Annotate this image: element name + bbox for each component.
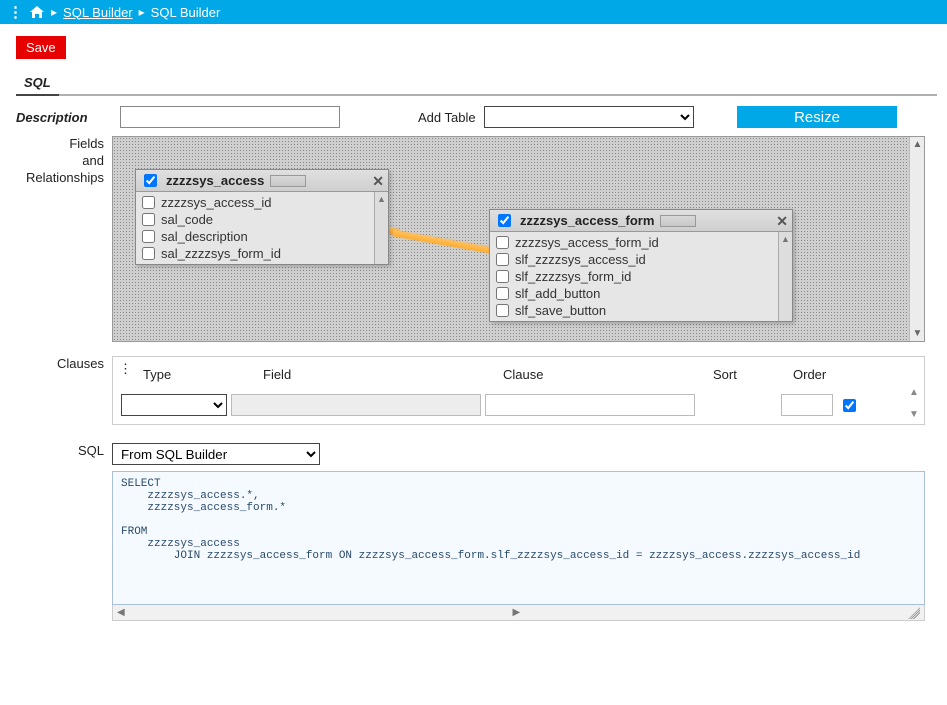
table-window-zzzzsys-access[interactable]: zzzzsys_access ✕ zzzzsys_access_id sal_c… <box>135 169 389 265</box>
table-titlebar[interactable]: zzzzsys_access_form ✕ <box>490 210 792 232</box>
table-column-row[interactable]: slf_zzzzsys_access_id <box>490 251 792 268</box>
column-name: slf_zzzzsys_access_id <box>515 252 646 267</box>
column-name: slf_add_button <box>515 286 600 301</box>
column-name: zzzzsys_access_id <box>161 195 272 210</box>
column-checkbox[interactable] <box>496 253 509 266</box>
breadcrumb-current: SQL Builder <box>151 5 221 20</box>
clause-field-input[interactable] <box>231 394 481 416</box>
sql-label: SQL <box>16 443 112 460</box>
scroll-right-icon[interactable]: ▶ <box>513 607 521 618</box>
clauses-panel: ⋮ Type Field Clause Sort Order ▲ ▼ <box>112 356 925 425</box>
add-table-label: Add Table <box>418 110 476 125</box>
table-window-zzzzsys-access-form[interactable]: zzzzsys_access_form ✕ zzzzsys_access_for… <box>489 209 793 322</box>
scroll-down-icon[interactable]: ▼ <box>913 328 923 339</box>
column-checkbox[interactable] <box>496 304 509 317</box>
table-name: zzzzsys_access_form <box>520 213 654 228</box>
clauses-header: Type Field Clause Sort Order <box>121 363 916 394</box>
table-drag-handle[interactable] <box>270 175 306 187</box>
tab-sql[interactable]: SQL <box>16 73 59 96</box>
relation-connector <box>392 230 501 255</box>
sql-source-select[interactable]: From SQL Builder <box>112 443 320 465</box>
column-checkbox[interactable] <box>496 270 509 283</box>
col-order: Order <box>793 367 873 382</box>
clause-enabled-checkbox[interactable] <box>843 399 856 412</box>
column-name: sal_description <box>161 229 248 244</box>
resize-grip-icon[interactable] <box>908 607 920 619</box>
resize-button[interactable]: Resize <box>737 106 897 128</box>
table-column-row[interactable]: sal_description <box>136 228 388 245</box>
column-checkbox[interactable] <box>496 287 509 300</box>
clauses-row <box>121 394 916 416</box>
scrollbar[interactable]: ▲ <box>374 192 388 264</box>
column-name: slf_zzzzsys_form_id <box>515 269 631 284</box>
horizontal-scrollbar[interactable]: ◀ ▶ <box>112 605 925 621</box>
table-column-row[interactable]: zzzzsys_access_id <box>136 194 388 211</box>
table-name: zzzzsys_access <box>166 173 264 188</box>
table-drag-handle[interactable] <box>660 215 696 227</box>
add-table-select[interactable] <box>484 106 694 128</box>
breadcrumb-sep-2: ▸ <box>139 5 145 19</box>
scrollbar[interactable]: ▲ ▼ <box>906 387 922 420</box>
table-select-all-checkbox[interactable] <box>144 174 157 187</box>
clauses-label: Clauses <box>16 356 112 373</box>
column-checkbox[interactable] <box>142 213 155 226</box>
breadcrumb-link[interactable]: SQL Builder <box>63 5 133 20</box>
save-button[interactable]: Save <box>16 36 66 59</box>
table-select-all-checkbox[interactable] <box>498 214 511 227</box>
scroll-down-icon[interactable]: ▼ <box>909 409 919 420</box>
close-icon[interactable]: ✕ <box>372 174 384 188</box>
description-label: Description <box>16 110 112 125</box>
scroll-up-icon[interactable]: ▲ <box>913 139 923 150</box>
column-checkbox[interactable] <box>142 230 155 243</box>
clause-type-select[interactable] <box>121 394 227 416</box>
col-clause: Clause <box>503 367 713 382</box>
fields-rels-label: Fields and Relationships <box>16 136 112 187</box>
home-icon[interactable] <box>29 5 45 19</box>
clause-order-input[interactable] <box>781 394 833 416</box>
relationship-canvas[interactable]: zzzzsys_access ✕ zzzzsys_access_id sal_c… <box>112 136 925 342</box>
sql-textarea[interactable] <box>112 471 925 605</box>
column-checkbox[interactable] <box>142 196 155 209</box>
table-column-row[interactable]: slf_zzzzsys_form_id <box>490 268 792 285</box>
close-icon[interactable]: ✕ <box>776 214 788 228</box>
col-sort: Sort <box>713 367 793 382</box>
scroll-up-icon[interactable]: ▲ <box>909 387 919 398</box>
column-checkbox[interactable] <box>142 247 155 260</box>
scrollbar[interactable]: ▲ <box>778 232 792 321</box>
column-checkbox[interactable] <box>496 236 509 249</box>
breadcrumb-sep-1: ▸ <box>51 5 57 19</box>
table-column-row[interactable]: sal_code <box>136 211 388 228</box>
description-input[interactable] <box>120 106 340 128</box>
table-column-row[interactable]: sal_zzzzsys_form_id <box>136 245 388 262</box>
top-bar: ⋮ ▸ SQL Builder ▸ SQL Builder <box>0 0 947 24</box>
scroll-left-icon[interactable]: ◀ <box>117 607 125 618</box>
clause-value-input[interactable] <box>485 394 695 416</box>
menu-icon[interactable]: ⋮ <box>119 361 132 377</box>
table-column-row[interactable]: zzzzsys_access_form_id <box>490 234 792 251</box>
column-name: sal_code <box>161 212 213 227</box>
menu-icon[interactable]: ⋮ <box>6 3 25 21</box>
col-field: Field <box>263 367 503 382</box>
tab-bar: SQL <box>16 73 937 96</box>
table-column-row[interactable]: slf_add_button <box>490 285 792 302</box>
col-type: Type <box>143 367 263 382</box>
column-name: slf_save_button <box>515 303 606 318</box>
table-titlebar[interactable]: zzzzsys_access ✕ <box>136 170 388 192</box>
scrollbar[interactable]: ▲ ▼ <box>909 137 925 341</box>
column-name: sal_zzzzsys_form_id <box>161 246 281 261</box>
table-column-row[interactable]: slf_save_button <box>490 302 792 319</box>
column-name: zzzzsys_access_form_id <box>515 235 659 250</box>
